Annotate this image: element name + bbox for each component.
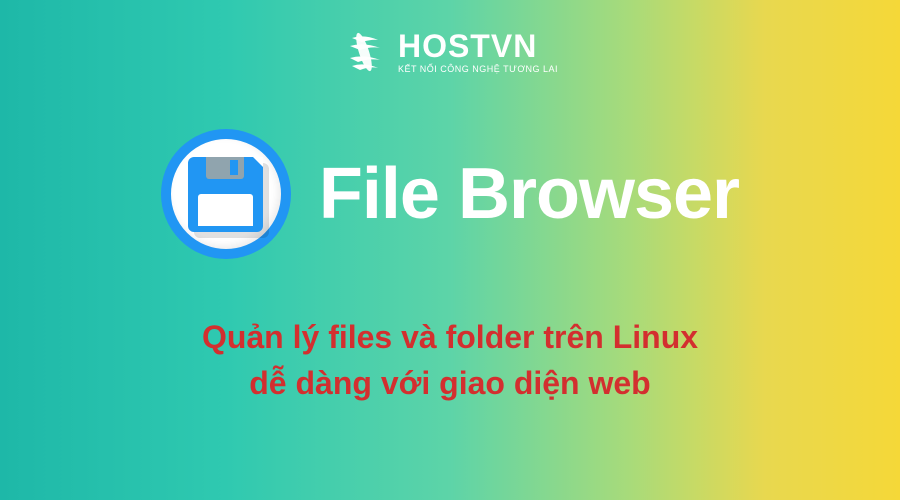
banner-container: HOSTVN KẾT NỐI CÔNG NGHỆ TƯƠNG LAI File … — [0, 0, 900, 500]
hero-title: File Browser — [319, 153, 739, 235]
logo-block: HOSTVN KẾT NỐI CÔNG NGHỆ TƯƠNG LAI — [342, 30, 558, 74]
subtitle: Quản lý files và folder trên Linux dễ dà… — [202, 314, 698, 407]
floppy-disk-icon — [161, 129, 291, 259]
logo-brand: HOSTVN — [398, 30, 558, 62]
subtitle-line-1: Quản lý files và folder trên Linux — [202, 314, 698, 360]
subtitle-line-2: dễ dàng với giao diện web — [202, 360, 698, 406]
hostvn-logo-icon — [342, 30, 386, 74]
logo-tagline: KẾT NỐI CÔNG NGHỆ TƯƠNG LAI — [398, 64, 558, 74]
logo-text: HOSTVN KẾT NỐI CÔNG NGHỆ TƯƠNG LAI — [398, 30, 558, 74]
hero-row: File Browser — [161, 129, 739, 259]
